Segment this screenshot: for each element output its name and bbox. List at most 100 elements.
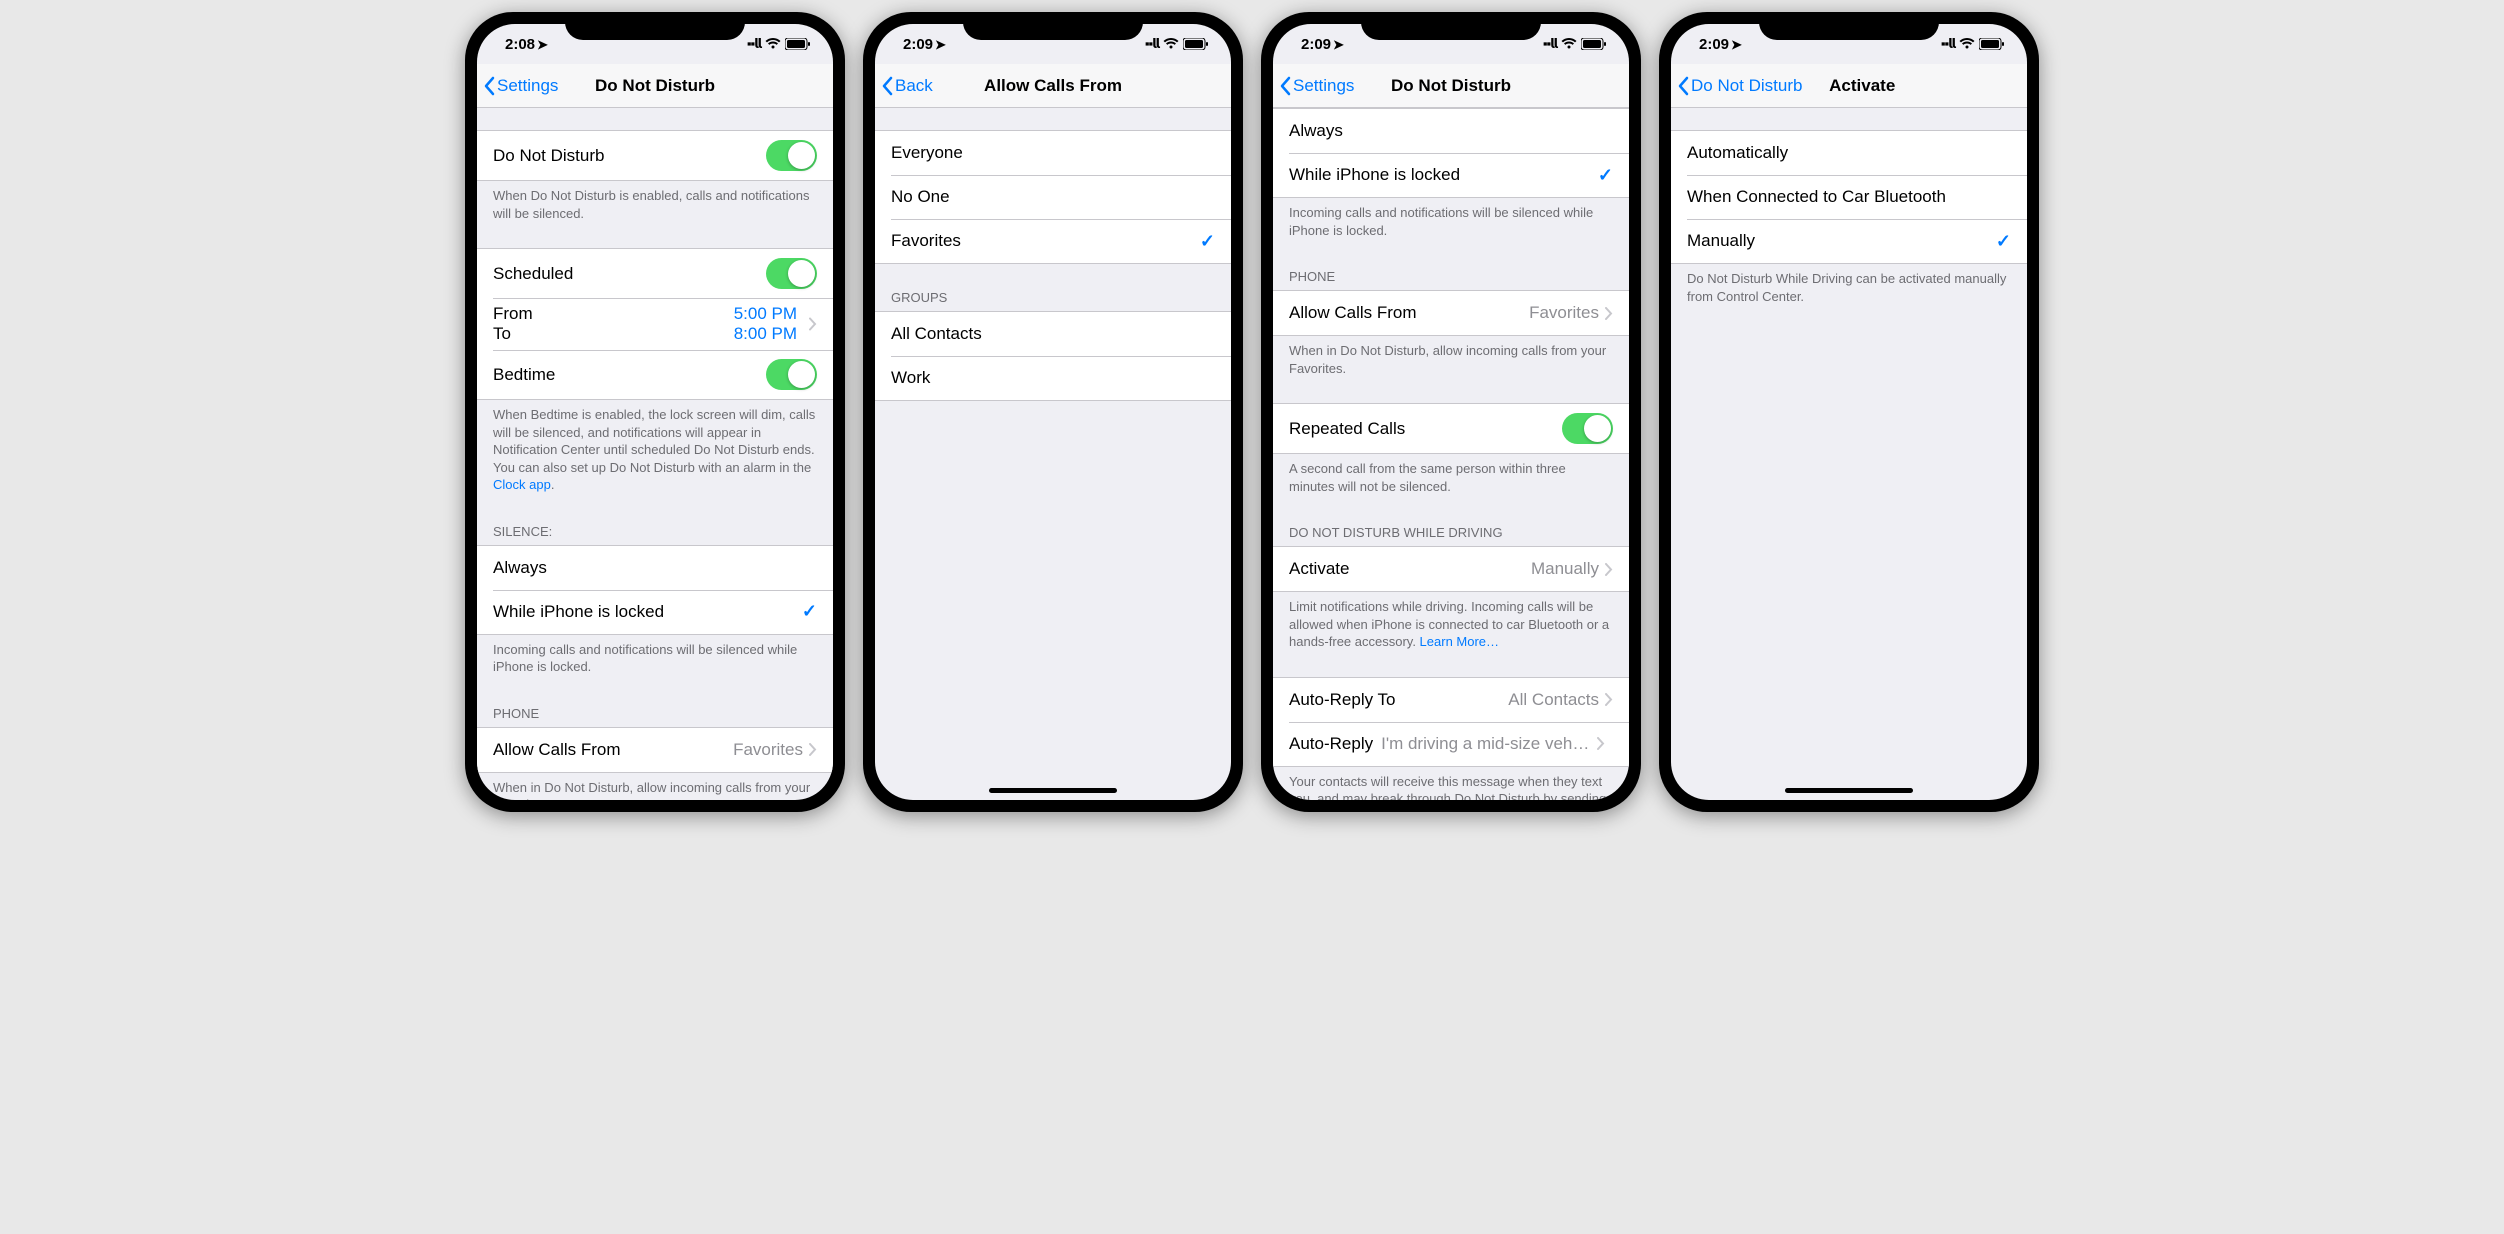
- option-favorites[interactable]: Favorites ✓: [875, 219, 1231, 263]
- autoreply-to-row[interactable]: Auto-Reply To All Contacts: [1273, 678, 1629, 722]
- option-all-contacts[interactable]: All Contacts: [875, 312, 1231, 356]
- group-header: SILENCE:: [477, 520, 833, 545]
- back-label: Back: [895, 76, 933, 96]
- status-time: 2:08: [505, 36, 535, 53]
- group-footer: When in Do Not Disturb, allow incoming c…: [1273, 336, 1629, 381]
- group-footer: Do Not Disturb While Driving can be acti…: [1671, 264, 2027, 309]
- back-label: Settings: [497, 76, 558, 96]
- to-label: To: [493, 324, 511, 344]
- chevron-right-icon: [1605, 307, 1613, 320]
- toggle-switch[interactable]: [766, 258, 817, 289]
- chevron-back-icon: [1279, 76, 1291, 96]
- notch: [565, 12, 745, 40]
- toggle-switch[interactable]: [1562, 413, 1613, 444]
- cellular-icon: ▪︎▪︎𝗹𝗹: [1543, 36, 1557, 52]
- silence-locked-row[interactable]: While iPhone is locked ✓: [1273, 153, 1629, 197]
- phone-frame-1: 2:08➤ ▪︎▪︎𝗹𝗹 Settings Do Not Disturb Do …: [465, 12, 845, 812]
- home-indicator[interactable]: [989, 788, 1117, 793]
- option-car-bluetooth[interactable]: When Connected to Car Bluetooth: [1671, 175, 2027, 219]
- allow-calls-row[interactable]: Allow Calls From Favorites: [477, 728, 833, 772]
- scheduled-toggle-row[interactable]: Scheduled: [477, 249, 833, 298]
- row-value: Favorites: [733, 740, 803, 760]
- nav-title: Do Not Disturb: [1391, 76, 1511, 96]
- checkmark-icon: ✓: [802, 601, 817, 622]
- group-header: DO NOT DISTURB WHILE DRIVING: [1273, 521, 1629, 546]
- group-header: PHONE: [477, 702, 833, 727]
- location-icon: ➤: [1731, 37, 1742, 53]
- row-label: Everyone: [891, 143, 1215, 163]
- nav-title: Allow Calls From: [984, 76, 1122, 96]
- row-label: Work: [891, 368, 1215, 388]
- location-icon: ➤: [537, 37, 548, 53]
- dnd-toggle-row[interactable]: Do Not Disturb: [477, 131, 833, 180]
- toggle-switch[interactable]: [766, 359, 817, 390]
- notch: [963, 12, 1143, 40]
- row-label: Bedtime: [493, 365, 766, 385]
- allow-calls-row[interactable]: Allow Calls From Favorites: [1273, 291, 1629, 335]
- option-noone[interactable]: No One: [875, 175, 1231, 219]
- option-work[interactable]: Work: [875, 356, 1231, 400]
- status-time: 2:09: [1301, 36, 1331, 53]
- option-automatically[interactable]: Automatically: [1671, 131, 2027, 175]
- bedtime-toggle-row[interactable]: Bedtime: [477, 350, 833, 399]
- nav-title: Activate: [1829, 76, 1895, 96]
- row-value: Favorites: [1529, 303, 1599, 323]
- row-value: Manually: [1531, 559, 1599, 579]
- row-label: Repeated Calls: [1289, 419, 1562, 439]
- row-label: No One: [891, 187, 1215, 207]
- wifi-icon: [1163, 38, 1179, 50]
- nav-bar: Settings Do Not Disturb: [477, 64, 833, 108]
- silence-always-row[interactable]: Always: [477, 546, 833, 590]
- group-footer: When in Do Not Disturb, allow incoming c…: [477, 773, 833, 800]
- back-button[interactable]: Do Not Disturb: [1677, 76, 1802, 96]
- checkmark-icon: ✓: [1200, 231, 1215, 252]
- toggle-switch[interactable]: [766, 140, 817, 171]
- chevron-right-icon: [1605, 693, 1613, 706]
- chevron-right-icon: [809, 318, 817, 331]
- home-indicator[interactable]: [1785, 788, 1913, 793]
- phone-frame-2: 2:09➤ ▪︎▪︎𝗹𝗹 Back Allow Calls From Every…: [863, 12, 1243, 812]
- row-value: I'm driving a mid-size vehicle ri…: [1381, 734, 1591, 754]
- back-label: Do Not Disturb: [1691, 76, 1802, 96]
- wifi-icon: [1561, 38, 1577, 50]
- chevron-back-icon: [881, 76, 893, 96]
- cellular-icon: ▪︎▪︎𝗹𝗹: [1941, 36, 1955, 52]
- clock-app-link[interactable]: Clock app: [493, 477, 551, 492]
- option-manually[interactable]: Manually ✓: [1671, 219, 2027, 263]
- nav-bar: Do Not Disturb Activate: [1671, 64, 2027, 108]
- autoreply-row[interactable]: Auto-Reply I'm driving a mid-size vehicl…: [1273, 722, 1629, 766]
- row-label: Always: [1289, 121, 1613, 141]
- row-label: Allow Calls From: [1289, 303, 1529, 323]
- wifi-icon: [765, 38, 781, 50]
- row-label: While iPhone is locked: [1289, 165, 1598, 185]
- group-footer: When Bedtime is enabled, the lock screen…: [477, 400, 833, 498]
- silence-locked-row[interactable]: While iPhone is locked ✓: [477, 590, 833, 634]
- group-footer: Incoming calls and notifications will be…: [477, 635, 833, 680]
- row-label: Allow Calls From: [493, 740, 733, 760]
- group-footer: Your contacts will receive this message …: [1273, 767, 1629, 800]
- nav-bar: Back Allow Calls From: [875, 64, 1231, 108]
- option-everyone[interactable]: Everyone: [875, 131, 1231, 175]
- silence-always-row[interactable]: Always: [1273, 109, 1629, 153]
- group-footer: Incoming calls and notifications will be…: [1273, 198, 1629, 243]
- notch: [1759, 12, 1939, 40]
- nav-title: Do Not Disturb: [595, 76, 715, 96]
- back-label: Settings: [1293, 76, 1354, 96]
- battery-icon: [1979, 38, 2005, 50]
- learn-more-link[interactable]: Learn More…: [1420, 634, 1499, 649]
- notch: [1361, 12, 1541, 40]
- back-button[interactable]: Back: [881, 76, 933, 96]
- battery-icon: [1183, 38, 1209, 50]
- from-label: From: [493, 304, 533, 324]
- back-button[interactable]: Settings: [483, 76, 558, 96]
- phone-frame-3: 2:09➤ ▪︎▪︎𝗹𝗹 Settings Do Not Disturb SIL…: [1261, 12, 1641, 812]
- row-label: All Contacts: [891, 324, 1215, 344]
- to-value: 8:00 PM: [734, 324, 797, 344]
- activate-row[interactable]: Activate Manually: [1273, 547, 1629, 591]
- back-button[interactable]: Settings: [1279, 76, 1354, 96]
- phone-frame-4: 2:09➤ ▪︎▪︎𝗹𝗹 Do Not Disturb Activate Aut…: [1659, 12, 2039, 812]
- repeated-calls-row[interactable]: Repeated Calls: [1273, 404, 1629, 453]
- location-icon: ➤: [935, 37, 946, 53]
- schedule-time-row[interactable]: From5:00 PM To8:00 PM: [477, 298, 833, 350]
- chevron-right-icon: [809, 743, 817, 756]
